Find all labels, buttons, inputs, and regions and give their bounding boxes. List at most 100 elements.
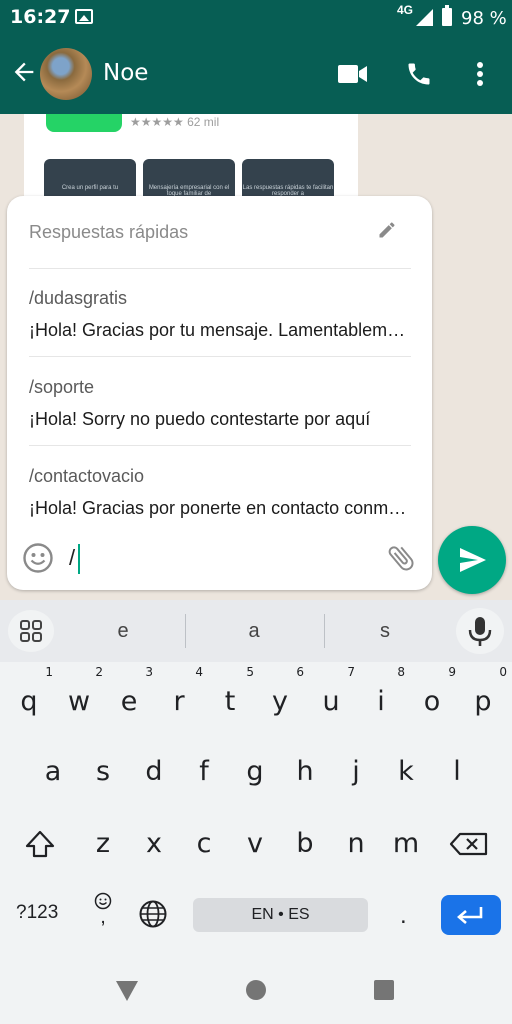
period-key[interactable]: . [400, 902, 407, 930]
voice-call-icon[interactable] [405, 60, 433, 88]
nav-home-icon[interactable] [245, 979, 267, 1001]
enter-key[interactable] [441, 895, 501, 935]
video-call-icon[interactable] [338, 64, 368, 84]
enter-icon [457, 907, 483, 924]
key-n[interactable]: n [334, 818, 378, 870]
whatsapp-business-logo [46, 114, 122, 132]
key-m[interactable]: m [384, 818, 428, 870]
suggestion-divider [185, 614, 186, 648]
divider [29, 445, 411, 446]
voice-input-button[interactable] [456, 608, 504, 654]
keyboard-menu-button[interactable] [8, 610, 54, 652]
shift-icon [25, 830, 55, 858]
more-options-icon[interactable] [470, 60, 490, 88]
key-f[interactable]: f [182, 746, 226, 798]
key-k[interactable]: k [384, 746, 428, 798]
quick-reply-item[interactable]: /dudasgratis ¡Hola! Gracias por tu mensa… [29, 288, 411, 376]
key-t[interactable]: t5 [208, 666, 254, 728]
status-bar: 16:27 4G 98 % [0, 0, 512, 36]
key-hint: 7 [347, 665, 355, 679]
key-b[interactable]: b [283, 818, 327, 870]
key-x[interactable]: x [132, 818, 176, 870]
quick-reply-item[interactable]: /soporte ¡Hola! Sorry no puedo contestar… [29, 377, 411, 465]
key-r[interactable]: r4 [157, 666, 203, 728]
text-cursor [78, 544, 80, 574]
key-z[interactable]: z [81, 818, 125, 870]
key-h[interactable]: h [283, 746, 327, 798]
suggestion-bar: e a s [0, 600, 512, 662]
contact-name[interactable]: Noe [103, 60, 148, 86]
space-bar[interactable]: EN • ES [193, 898, 368, 932]
key-j[interactable]: j [334, 746, 378, 798]
key-hint: 1 [45, 665, 53, 679]
key-p[interactable]: p0 [461, 666, 507, 728]
key-o[interactable]: o9 [410, 666, 456, 728]
emoji-comma-key[interactable]: , [86, 892, 120, 936]
key-label: p [474, 686, 492, 717]
quick-replies-title: Respuestas rápidas [29, 222, 189, 242]
quick-reply-message: ¡Hola! Sorry no puedo contestarte por aq… [29, 409, 371, 429]
send-button[interactable] [438, 526, 506, 594]
nav-recents-icon[interactable] [373, 979, 395, 1001]
key-label: t [224, 686, 236, 717]
key-label: i [377, 686, 385, 717]
key-a[interactable]: a [31, 746, 75, 798]
key-hint: 4 [195, 665, 203, 679]
key-y[interactable]: y6 [258, 666, 304, 728]
backspace-key[interactable] [448, 818, 492, 870]
key-i[interactable]: i8 [359, 666, 405, 728]
contact-avatar[interactable] [40, 48, 92, 100]
suggestion-item[interactable]: e [93, 620, 153, 643]
suggestion-item[interactable]: a [224, 620, 284, 643]
key-label: o [423, 686, 441, 717]
network-type: 4G [397, 3, 414, 17]
edit-pencil-icon[interactable] [377, 220, 397, 240]
key-hint: 0 [499, 665, 507, 679]
key-d[interactable]: d [132, 746, 176, 798]
battery-icon [442, 5, 452, 26]
emoji-icon[interactable] [22, 542, 54, 574]
on-screen-keyboard: e a s q1 w2 e3 r4 t5 y6 u7 i8 o9 p0 a s … [0, 600, 512, 956]
key-label: q [20, 686, 38, 717]
key-label: e [120, 686, 138, 717]
quick-replies-panel: Respuestas rápidas /dudasgratis ¡Hola! G… [7, 196, 432, 590]
battery-percent: 98 % [461, 8, 507, 29]
suggestion-item[interactable]: s [355, 620, 415, 643]
quick-reply-shortcut: /soporte [29, 377, 95, 397]
key-c[interactable]: c [182, 818, 226, 870]
back-arrow-icon[interactable] [10, 58, 38, 86]
key-hint: 3 [145, 665, 153, 679]
chat-header: Noe [0, 36, 512, 114]
microphone-icon [468, 617, 492, 646]
key-label: u [322, 686, 340, 717]
shift-key[interactable] [18, 818, 62, 870]
message-input[interactable]: / [69, 545, 75, 571]
quick-reply-item[interactable]: /contactovacio ¡Hola! Gracias por ponert… [29, 466, 411, 554]
key-e[interactable]: e3 [107, 666, 153, 728]
symbols-key[interactable]: ?123 [16, 902, 58, 924]
send-icon [460, 548, 486, 572]
key-u[interactable]: u7 [309, 666, 355, 728]
key-g[interactable]: g [233, 746, 277, 798]
apps-grid-icon [20, 620, 42, 642]
nav-back-icon[interactable] [115, 980, 139, 1002]
signal-icon [416, 9, 433, 26]
system-nav-bar [0, 956, 512, 1024]
key-hint: 8 [397, 665, 405, 679]
comma-label: , [100, 906, 106, 928]
backspace-icon [449, 832, 488, 856]
key-l[interactable]: l [435, 746, 479, 798]
key-hint: 2 [95, 665, 103, 679]
key-hint: 9 [448, 665, 456, 679]
key-q[interactable]: q1 [7, 666, 53, 728]
divider [29, 356, 411, 357]
key-label: y [272, 686, 288, 717]
key-v[interactable]: v [233, 818, 277, 870]
key-w[interactable]: w2 [57, 666, 103, 728]
globe-icon[interactable] [138, 899, 168, 929]
key-label: w [67, 686, 91, 717]
quick-reply-message: ¡Hola! Gracias por tu mensaje. Lamentabl… [29, 320, 409, 340]
key-hint: 5 [246, 665, 254, 679]
attach-paperclip-icon[interactable] [385, 542, 417, 574]
key-s[interactable]: s [81, 746, 125, 798]
